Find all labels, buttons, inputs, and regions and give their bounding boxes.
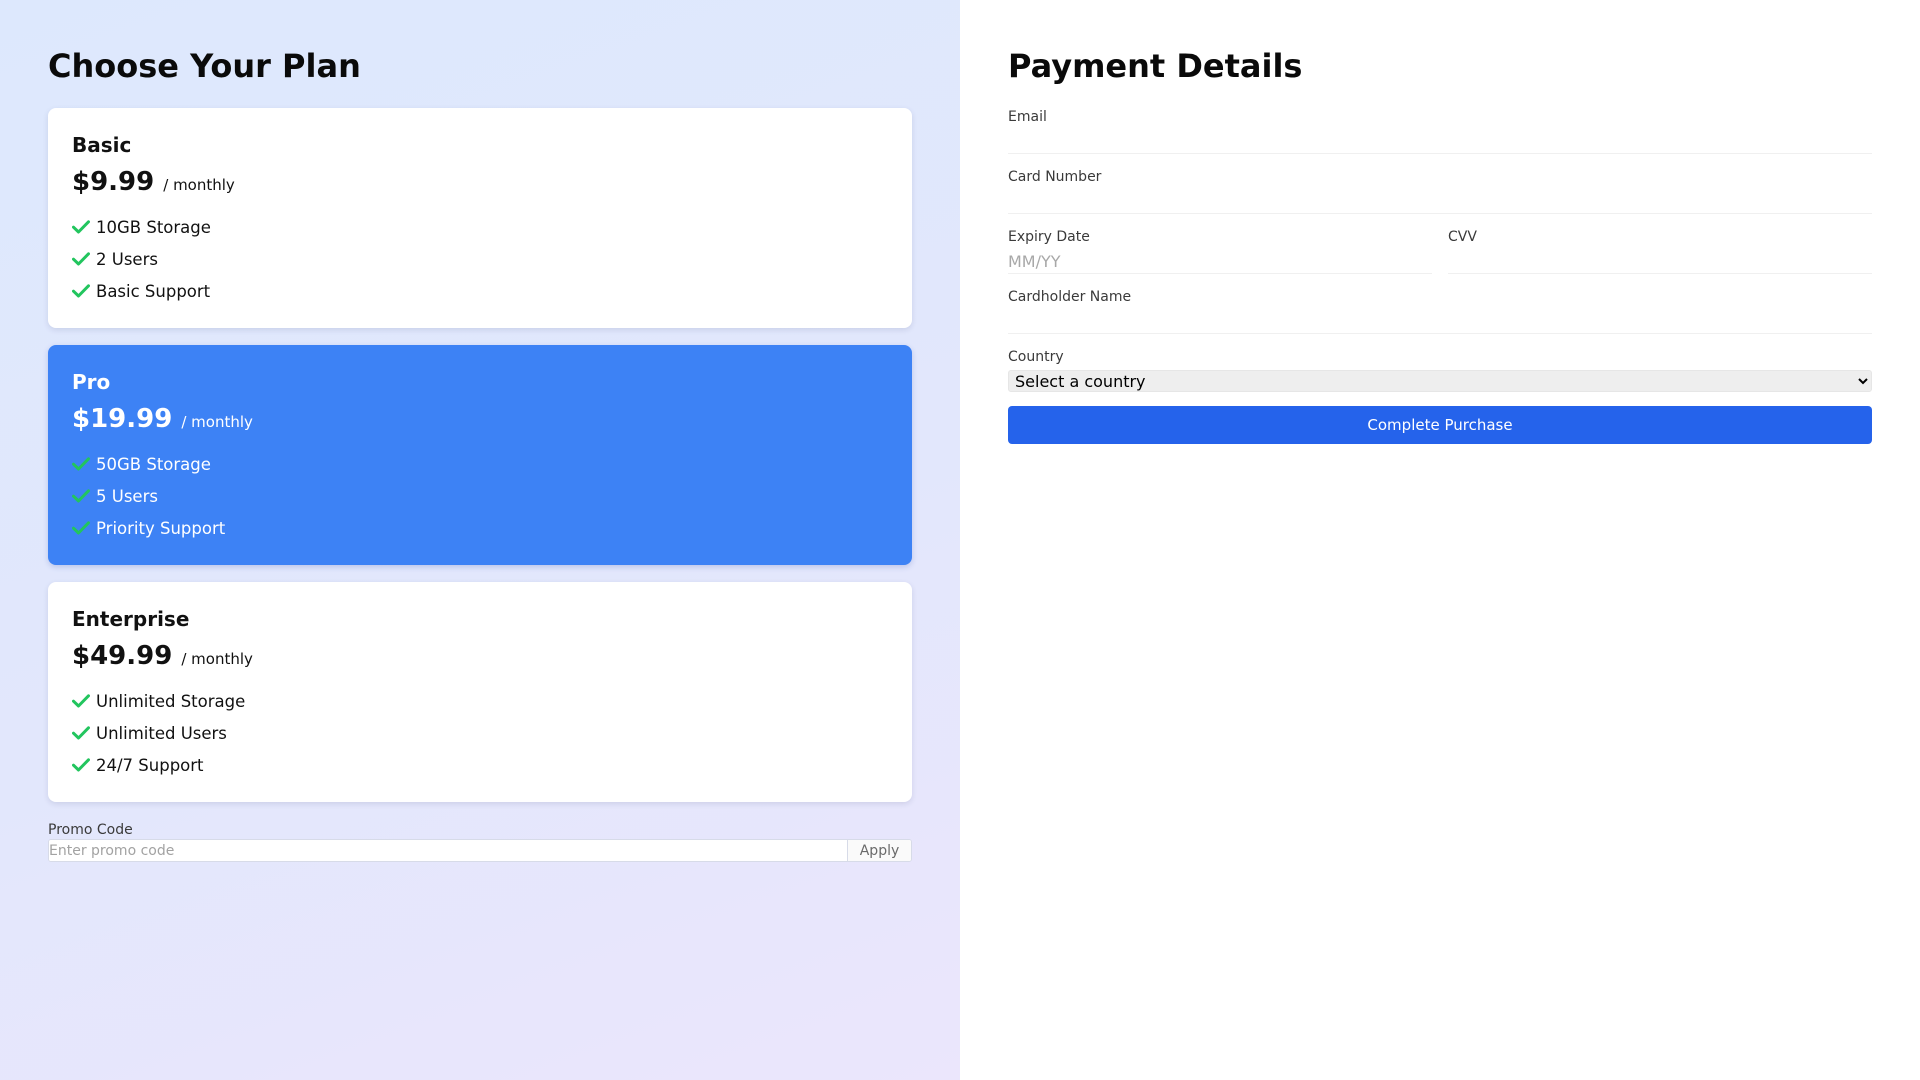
cardholder-name-field[interactable] [1008,310,1872,334]
expiry-date-field[interactable] [1008,250,1432,274]
feature-text: 24/7 Support [96,755,204,775]
feature-item: Priority Support [72,512,888,544]
feature-text: 2 Users [96,249,158,269]
complete-purchase-button[interactable]: Complete Purchase [1008,406,1872,444]
plan-price: $9.99 [72,167,155,197]
feature-item: 2 Users [72,243,888,275]
check-icon [72,726,90,740]
cardholder-label: Cardholder Name [1008,289,1132,305]
feature-text: Basic Support [96,281,211,301]
payment-title: Payment Details [1008,47,1303,85]
check-icon [72,284,90,298]
card-number-field-group: Card Number [1008,168,1872,214]
email-field-group: Email [1008,108,1872,154]
check-icon [72,252,90,266]
card-number-label: Card Number [1008,169,1102,185]
expiry-field-group: Expiry Date [1008,228,1432,274]
feature-item: 50GB Storage [72,448,888,480]
price-row: $19.99 / monthly [72,404,888,438]
country-field-group: Country Select a country [1008,348,1872,392]
feature-item: 5 Users [72,480,888,512]
email-field[interactable] [1008,130,1872,154]
plan-selection-panel: Choose Your Plan Basic $9.99 / monthly 1… [0,0,960,1080]
check-icon [72,694,90,708]
feature-list: Unlimited Storage Unlimited Users 24/7 S… [72,685,888,781]
plan-price: $49.99 [72,641,173,671]
payment-panel: Payment Details Email Card Number Expiry… [960,0,1920,1080]
promo-row: Apply [48,839,912,862]
cardholder-field-group: Cardholder Name [1008,288,1872,334]
plans-list: Basic $9.99 / monthly 10GB Storage 2 Use… [48,108,912,802]
plans-title: Choose Your Plan [48,47,361,85]
check-icon [72,489,90,503]
check-icon [72,220,90,234]
feature-item: Unlimited Users [72,717,888,749]
plan-period: / monthly [181,650,253,668]
country-label: Country [1008,349,1064,365]
payment-form: Email Card Number Expiry Date CVV Cardho… [1008,108,1872,444]
card-number-field[interactable] [1008,190,1872,214]
expiry-cvv-row: Expiry Date CVV [1008,228,1872,288]
plan-name: Enterprise [72,607,190,631]
feature-text: Unlimited Users [96,723,227,743]
feature-item: Unlimited Storage [72,685,888,717]
email-label: Email [1008,109,1047,125]
plan-card-pro[interactable]: Pro $19.99 / monthly 50GB Storage 5 User… [48,345,912,565]
feature-item: 24/7 Support [72,749,888,781]
cvv-label: CVV [1448,229,1477,245]
check-icon [72,457,90,471]
expiry-label: Expiry Date [1008,229,1090,245]
cvv-field-group: CVV [1448,228,1872,274]
feature-text: 10GB Storage [96,217,211,237]
plan-card-enterprise[interactable]: Enterprise $49.99 / monthly Unlimited St… [48,582,912,802]
feature-text: Priority Support [96,518,226,538]
plan-price: $19.99 [72,404,173,434]
feature-text: Unlimited Storage [96,691,246,711]
feature-item: Basic Support [72,275,888,307]
promo-section: Promo Code Apply [48,819,912,862]
check-icon [72,521,90,535]
price-row: $9.99 / monthly [72,167,888,201]
promo-label: Promo Code [48,822,133,838]
feature-text: 50GB Storage [96,454,211,474]
feature-list: 10GB Storage 2 Users Basic Support [72,211,888,307]
promo-code-input[interactable] [49,840,847,861]
plan-period: / monthly [181,413,253,431]
plan-name: Pro [72,370,111,394]
check-icon [72,758,90,772]
plan-card-basic[interactable]: Basic $9.99 / monthly 10GB Storage 2 Use… [48,108,912,328]
feature-text: 5 Users [96,486,158,506]
apply-promo-button[interactable]: Apply [847,840,911,861]
cvv-field[interactable] [1448,250,1872,274]
plan-period: / monthly [163,176,235,194]
feature-list: 50GB Storage 5 Users Priority Support [72,448,888,544]
price-row: $49.99 / monthly [72,641,888,675]
plan-name: Basic [72,133,132,157]
feature-item: 10GB Storage [72,211,888,243]
country-select[interactable]: Select a country [1008,370,1872,392]
